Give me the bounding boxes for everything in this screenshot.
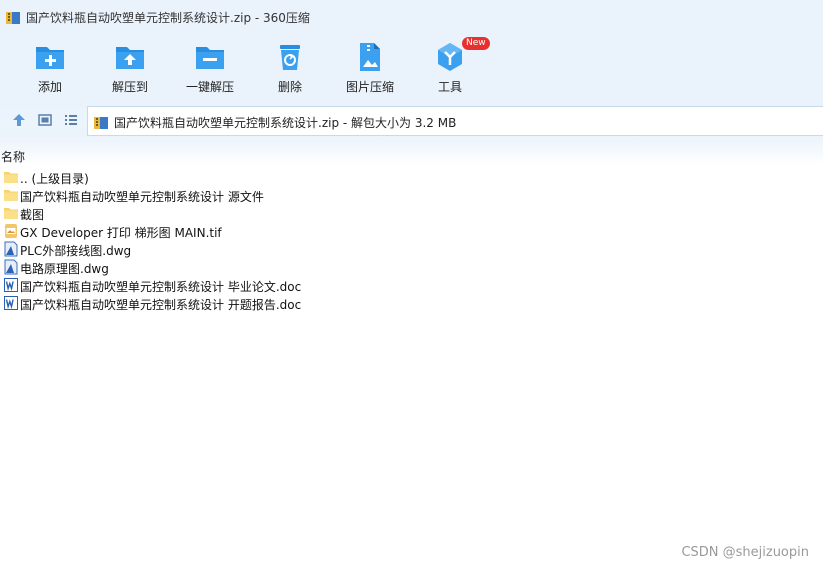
- file-name: 国产饮料瓶自动吹塑单元控制系统设计 源文件: [20, 190, 264, 204]
- column-header-name[interactable]: 名称: [1, 148, 25, 165]
- extract-to-icon: [116, 47, 144, 69]
- extract-to-label: 解压到: [111, 80, 148, 94]
- folder-icon: [4, 172, 18, 183]
- one-click-extract-icon: [196, 47, 224, 69]
- list-header: 名称: [0, 142, 823, 165]
- add-label: 添加: [37, 80, 62, 94]
- add-button[interactable]: 添加: [10, 39, 90, 97]
- tools-label: 工具: [437, 80, 462, 94]
- window-title: 国产饮料瓶自动吹塑单元控制系统设计.zip - 360压缩: [26, 11, 310, 25]
- file-name: 国产饮料瓶自动吹塑单元控制系统设计 开题报告.doc: [20, 298, 302, 312]
- address-field[interactable]: 国产饮料瓶自动吹塑单元控制系统设计.zip - 解包大小为 3.2 MB: [87, 106, 823, 136]
- file-name: 国产饮料瓶自动吹塑单元控制系统设计 毕业论文.doc: [20, 280, 302, 294]
- word-doc-icon: [4, 278, 18, 292]
- trash-icon: [280, 45, 300, 70]
- list-view-icon[interactable]: [63, 112, 79, 128]
- list-item[interactable]: 国产饮料瓶自动吹塑单元控制系统设计 毕业论文.doc: [0, 276, 823, 294]
- word-doc-icon: [4, 296, 18, 310]
- file-name: GX Developer 打印 梯形图 MAIN.tif: [20, 226, 222, 240]
- extract-to-button[interactable]: 解压到: [90, 39, 170, 97]
- delete-label: 删除: [277, 80, 302, 94]
- image-compress-button[interactable]: 图片压缩: [330, 39, 410, 97]
- tools-button[interactable]: New 工具: [410, 37, 490, 97]
- dwg-file-icon: [4, 259, 18, 275]
- list-item[interactable]: 截图: [0, 204, 823, 222]
- zip-archive-icon: [6, 12, 20, 24]
- dwg-file-icon: [4, 241, 18, 257]
- list-item[interactable]: PLC外部接线图.dwg: [0, 240, 823, 258]
- list-item[interactable]: GX Developer 打印 梯形图 MAIN.tif: [0, 222, 823, 240]
- file-name: PLC外部接线图.dwg: [20, 244, 132, 258]
- list-item[interactable]: 国产饮料瓶自动吹塑单元控制系统设计 源文件: [0, 186, 823, 204]
- address-bar: 国产饮料瓶自动吹塑单元控制系统设计.zip - 解包大小为 3.2 MB: [0, 100, 823, 142]
- list-item[interactable]: .. (上级目录): [0, 168, 823, 186]
- up-arrow-icon[interactable]: [11, 112, 27, 128]
- one-click-extract-label: 一键解压: [185, 80, 234, 94]
- title-bar: 国产饮料瓶自动吹塑单元控制系统设计.zip - 360压缩: [0, 0, 823, 33]
- watermark: CSDN @shejizuopin: [681, 545, 809, 560]
- tif-image-icon: [5, 224, 17, 238]
- new-badge: New: [462, 37, 490, 50]
- zip-archive-icon: [94, 117, 108, 129]
- one-click-extract-button[interactable]: 一键解压: [170, 39, 250, 97]
- file-name: .. (上级目录): [20, 172, 89, 186]
- image-compress-icon: [360, 43, 380, 71]
- add-folder-icon: [36, 47, 64, 69]
- toolbar: 添加 解压到 一键解压 删除 图片压缩 New 工具: [0, 33, 823, 100]
- file-list: .. (上级目录) 国产饮料瓶自动吹塑单元控制系统设计 源文件 截图 GX De…: [0, 168, 823, 312]
- tools-icon: [438, 43, 462, 71]
- list-item[interactable]: 国产饮料瓶自动吹塑单元控制系统设计 开题报告.doc: [0, 294, 823, 312]
- folder-icon: [4, 190, 18, 201]
- delete-button[interactable]: 删除: [250, 39, 330, 97]
- list-item[interactable]: 电路原理图.dwg: [0, 258, 823, 276]
- image-compress-label: 图片压缩: [345, 80, 394, 94]
- address-path: 国产饮料瓶自动吹塑单元控制系统设计.zip - 解包大小为 3.2 MB: [114, 116, 457, 130]
- file-name: 截图: [20, 208, 45, 222]
- folder-icon: [4, 208, 18, 219]
- thumbnail-view-icon[interactable]: [37, 112, 53, 128]
- file-name: 电路原理图.dwg: [20, 262, 109, 276]
